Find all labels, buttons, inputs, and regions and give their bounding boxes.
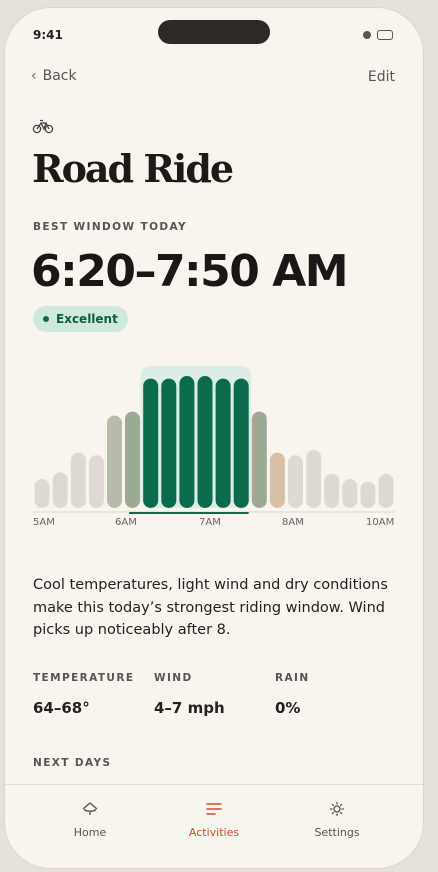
- hour-bar: [197, 376, 213, 508]
- best-window-time: 6:20–7:50 AM: [31, 246, 349, 297]
- page-title: Road Ride: [32, 146, 234, 191]
- tab-settings[interactable]: Settings: [287, 801, 387, 839]
- activities-icon: [206, 803, 222, 815]
- hour-bar: [324, 473, 340, 508]
- stat-label: TEMPERATURE: [33, 672, 135, 684]
- tick-label: 8AM: [282, 517, 304, 528]
- bike-icon: [32, 119, 54, 134]
- tab-home[interactable]: Home: [40, 801, 140, 839]
- settings-icon: [329, 801, 345, 817]
- edit-button[interactable]: Edit: [368, 69, 395, 85]
- hour-bar: [360, 481, 376, 508]
- hour-bar: [179, 376, 195, 508]
- stat-temperature: TEMPERATURE 64–68°: [33, 672, 154, 717]
- hour-bar: [306, 449, 322, 508]
- hour-bar: [70, 452, 86, 508]
- rating-badge: Excellent: [33, 306, 128, 332]
- status-indicators: [363, 30, 393, 40]
- hour-bar: [288, 455, 303, 508]
- rating-dot: [43, 316, 49, 322]
- tab-label: Home: [73, 826, 107, 839]
- chevron-left-icon: ‹: [31, 68, 37, 84]
- hourly-bars: [33, 366, 395, 514]
- hour-bar: [161, 378, 177, 508]
- tab-activities[interactable]: Activities: [164, 801, 264, 839]
- tab-label: Activities: [188, 826, 240, 839]
- stat-rain: RAIN 0%: [275, 672, 396, 717]
- stat-value: 0%: [275, 699, 301, 717]
- stat-wind: WIND 4–7 mph: [154, 672, 275, 717]
- hour-bar: [215, 378, 231, 508]
- dynamic-island: [158, 20, 270, 44]
- tick-label: 6AM: [115, 517, 137, 528]
- stat-value: 64–68°: [33, 699, 90, 717]
- best-window-label: BEST WINDOW TODAY: [33, 221, 188, 233]
- hour-bar: [143, 378, 159, 508]
- hour-bar: [378, 473, 394, 508]
- hour-bar: [233, 378, 249, 508]
- rating-label: Excellent: [56, 312, 118, 326]
- hourly-chart: 5AM 6AM 7AM 8AM 10AM: [33, 358, 395, 538]
- tick-label: 10AM: [366, 517, 395, 528]
- stat-value: 4–7 mph: [154, 699, 225, 717]
- status-time: 9:41: [33, 28, 63, 42]
- tick-label: 5AM: [33, 517, 55, 528]
- hour-bar: [269, 452, 285, 508]
- hour-bar: [52, 472, 68, 508]
- tab-bar: Home Activities Settings: [5, 784, 423, 868]
- back-button[interactable]: ‹ Back: [31, 68, 77, 84]
- next-days-heading: NEXT DAYS: [33, 757, 112, 769]
- stat-label: WIND: [154, 672, 193, 684]
- phone-screen: 9:41 ‹ Back Edit Road Ride BEST WINDOW T…: [5, 8, 423, 868]
- home-icon: [82, 802, 98, 815]
- tab-label: Settings: [314, 826, 360, 839]
- hour-bar: [107, 415, 122, 508]
- hour-bar: [34, 479, 50, 508]
- back-label: Back: [42, 68, 77, 84]
- tick-label: 7AM: [199, 517, 221, 528]
- battery-icon: [377, 30, 393, 40]
- hour-bar: [88, 455, 104, 508]
- hour-bar: [342, 479, 358, 508]
- conditions-stats: TEMPERATURE 64–68° WIND 4–7 mph RAIN 0%: [33, 672, 396, 717]
- stat-label: RAIN: [275, 672, 310, 684]
- hour-bar: [125, 411, 140, 508]
- window-description: Cool temperatures, light wind and dry co…: [33, 577, 388, 638]
- signal-icon: [363, 31, 371, 39]
- hour-bar: [251, 411, 267, 508]
